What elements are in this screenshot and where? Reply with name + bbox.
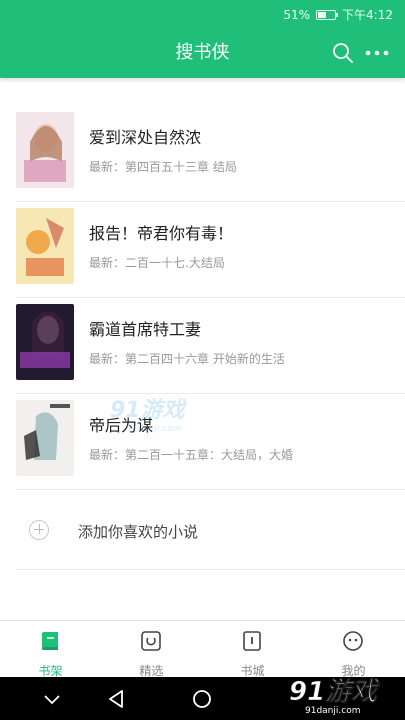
- featured-icon: [141, 631, 161, 651]
- tab-bookshelf[interactable]: 书架: [0, 621, 101, 678]
- book-title: 爱到深处自然浓: [89, 128, 202, 147]
- add-icon: [29, 520, 49, 540]
- book-item[interactable]: 报告！帝君你有毒！ 最新：二百一十七.大结局: [0, 202, 405, 298]
- add-book-label: 添加你喜欢的小说: [78, 523, 199, 541]
- book-title: 报告！帝君你有毒！: [89, 224, 234, 243]
- book-cover: [16, 304, 74, 380]
- bookstore-icon: [243, 631, 261, 651]
- chevron-down-icon[interactable]: [40, 687, 64, 711]
- book-cover: [16, 400, 74, 476]
- site-logo: 91游戏 91danji.com: [289, 677, 381, 716]
- watermark-domain: 91danji.com: [126, 424, 182, 434]
- back-icon[interactable]: [105, 687, 129, 711]
- book-latest-chapter: 最新：第二百四十六章 开始新的生活: [89, 352, 285, 366]
- book-item[interactable]: 霸道首席特工妻 最新：第二百四十六章 开始新的生活: [0, 298, 405, 394]
- app-bar: 搜书侠: [0, 28, 405, 78]
- book-latest-chapter: 最新：二百一十七.大结局: [89, 256, 225, 270]
- book-latest-chapter: 最新：第二百一十五章：大结局，大婚: [89, 448, 294, 462]
- book-item[interactable]: 爱到深处自然浓 最新：第四百五十三章 结局: [0, 106, 405, 202]
- add-book-row[interactable]: 添加你喜欢的小说: [0, 492, 405, 570]
- book-cover: [16, 208, 74, 284]
- logo-text: 91游戏: [289, 677, 380, 707]
- profile-icon: [343, 631, 363, 651]
- watermark: 91游戏 91danji.com: [110, 392, 220, 434]
- battery-percent: 51%: [283, 7, 311, 22]
- logo-domain: 91danji.com: [305, 706, 360, 716]
- more-icon[interactable]: [363, 41, 391, 65]
- clock: 下午4:12: [342, 8, 393, 22]
- home-icon[interactable]: [190, 687, 214, 711]
- watermark-text: 91游戏: [110, 398, 185, 423]
- tab-featured[interactable]: 精选: [101, 621, 202, 678]
- battery-icon: [316, 9, 339, 20]
- book-title: 霸道首席特工妻: [89, 320, 202, 339]
- book-cover: [16, 112, 74, 188]
- bookshelf-icon: [42, 632, 58, 650]
- search-icon[interactable]: [331, 41, 355, 65]
- status-bar: 51% 下午4:12: [0, 0, 405, 28]
- book-latest-chapter: 最新：第四百五十三章 结局: [89, 160, 237, 174]
